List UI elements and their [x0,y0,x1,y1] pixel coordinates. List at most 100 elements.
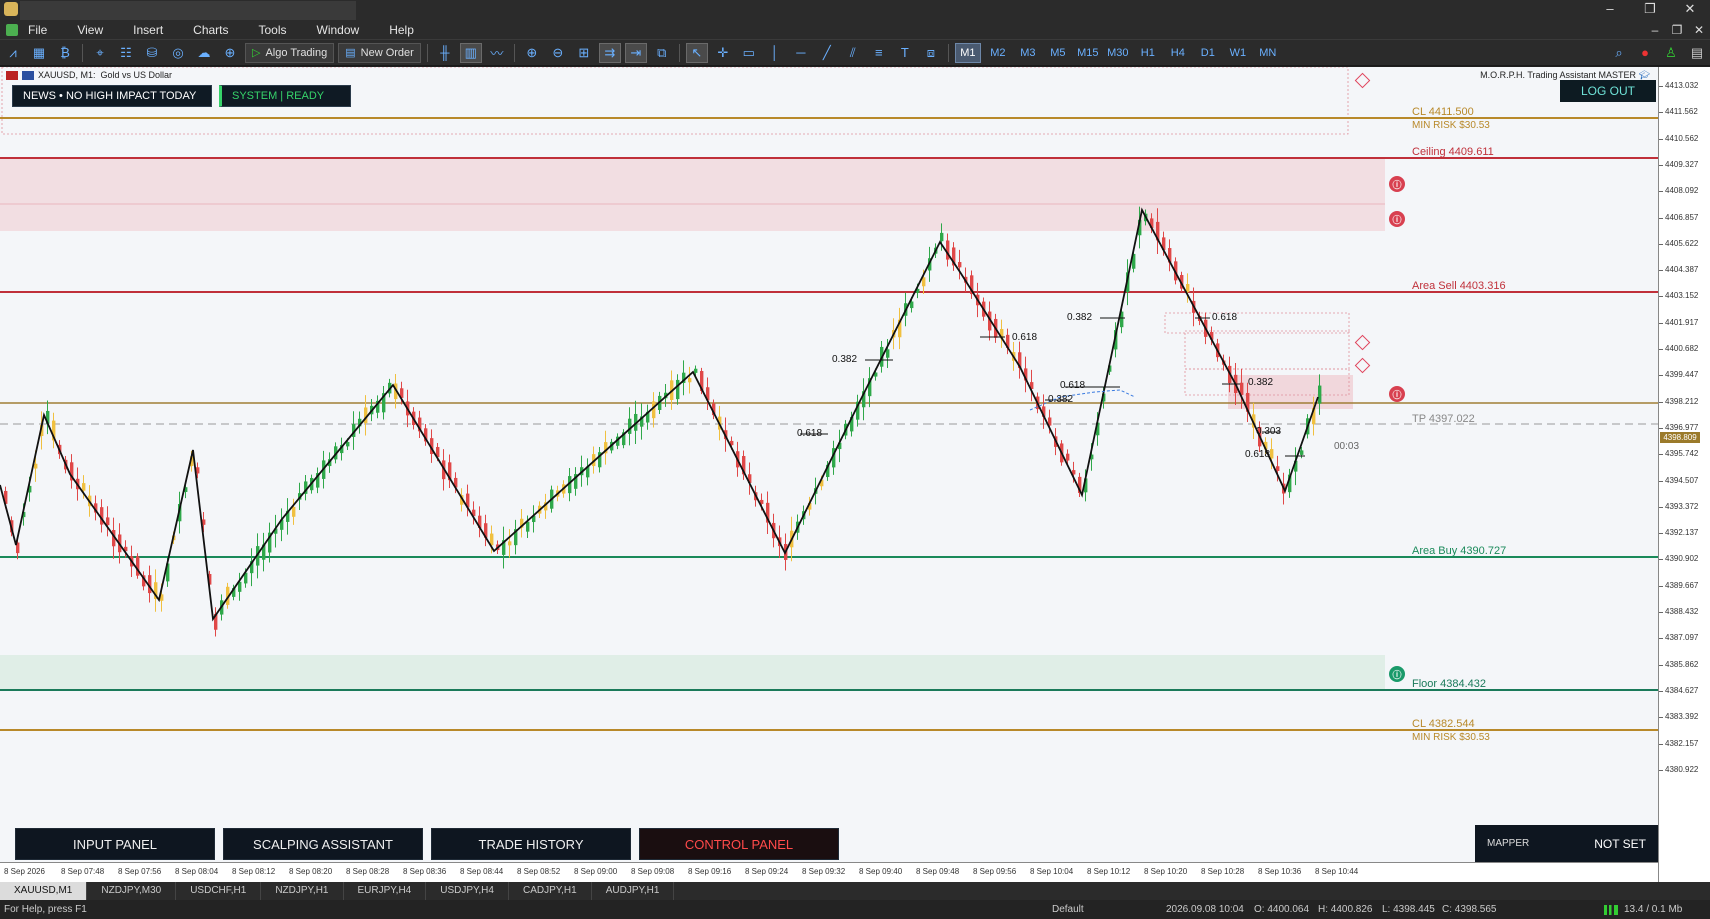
timeframe-m15[interactable]: M15 [1075,43,1101,63]
ceiling-zone [0,157,1385,231]
chart-close-icon[interactable]: ✕ [1688,20,1710,40]
menu-view[interactable]: View [77,23,103,37]
time-tick: 8 Sep 09:40 [859,867,903,876]
price-axis[interactable]: 4413.032 4411.562 4410.562 4409.327 4408.092… [1658,67,1710,882]
logout-button[interactable]: LOG OUT [1560,80,1656,102]
time-tick: 8 Sep 08:52 [517,867,561,876]
fib-label: 0.618 [1212,312,1238,323]
shapes-icon[interactable]: ⧈ [920,43,942,63]
price-chart[interactable]: XAUUSD, M1: Gold vs US Dollar M.O.R.P.H.… [0,67,1710,882]
notifications-icon[interactable]: ● [1634,43,1656,63]
chart-restore-icon[interactable]: ❐ [1666,20,1688,40]
price-tick: 4380.922 [1658,764,1699,774]
algo-trading-button[interactable]: ▷ Algo Trading [245,42,335,63]
timeframe-d1[interactable]: D1 [1195,43,1221,63]
tab-usdjpy-h4[interactable]: USDJPY,H4 [426,882,509,900]
menu-window[interactable]: Window [317,23,360,37]
tab-eurjpy-h4[interactable]: EURJPY,H4 [344,882,427,900]
input-panel-button[interactable]: INPUT PANEL [15,828,215,860]
tab-xauusd-m1[interactable]: XAUUSD,M1 [0,882,88,900]
ceiling-label: Ceiling 4409.611 [1412,146,1494,158]
new-chart-icon[interactable]: ⩘ [2,43,24,63]
trade-history-button[interactable]: TRADE HISTORY [431,828,631,860]
menu-file[interactable]: File [28,23,47,37]
sell-signal-marker[interactable]: ⓘ [1389,211,1405,227]
timeframe-m3[interactable]: M3 [1015,43,1041,63]
cloud-icon[interactable]: ☁ [193,43,215,63]
min-risk-bottom-label: MIN RISK $30.53 [1412,732,1490,743]
screenshot-icon[interactable]: ⧉ [651,43,673,63]
news-badge: NEWS • NO HIGH IMPACT TODAY [12,85,212,107]
grid-icon[interactable]: ⊞ [573,43,595,63]
control-panel-button[interactable]: CONTROL PANEL [639,828,839,860]
profiles-icon[interactable]: ▦ [28,43,50,63]
chart-window-controls: – ❐ ✕ [1644,20,1710,40]
chart-minimize-icon[interactable]: – [1644,20,1666,40]
candle-body [886,349,890,358]
crosshair-icon[interactable]: ✛ [712,43,734,63]
trendline-icon[interactable]: ╱ [816,43,838,63]
vps-icon[interactable]: ⊕ [219,43,241,63]
timeframe-m30[interactable]: M30 [1105,43,1131,63]
close-icon[interactable]: ✕ [1670,0,1710,18]
candle-body [676,379,680,400]
channel-icon[interactable]: ⫽ [842,43,864,63]
buy-signal-marker[interactable]: ⓘ [1389,666,1405,682]
timeframe-w1[interactable]: W1 [1225,43,1251,63]
menu-insert[interactable]: Insert [133,23,163,37]
timeframe-h4[interactable]: H4 [1165,43,1191,63]
time-axis[interactable]: 8 Sep 2026 8 Sep 07:48 8 Sep 07:56 8 Sep 08… [0,862,1658,882]
zoom-out-icon[interactable]: ⊖ [547,43,569,63]
tab-cadjpy-h1[interactable]: CADJPY,H1 [509,882,592,900]
sell-signal-marker[interactable]: ⓘ [1389,386,1405,402]
tab-usdchf-h1[interactable]: USDCHF,H1 [176,882,262,900]
strategy-tester-icon[interactable]: ⛁ [141,43,163,63]
minimize-icon[interactable]: – [1590,0,1630,18]
candle-body [652,401,656,419]
tab-nzdjpy-m30[interactable]: NZDJPY,M30 [87,882,177,900]
signal-icon[interactable]: ◎ [167,43,189,63]
data-window-icon[interactable]: ₿ [54,43,76,63]
timeframe-m5[interactable]: M5 [1045,43,1071,63]
text-icon[interactable]: T [894,43,916,63]
help-text: For Help, press F1 [4,904,87,915]
mapper-box[interactable]: MAPPER NOT SET [1475,825,1658,862]
market-watch-icon[interactable]: ☷ [115,43,137,63]
menu-help[interactable]: Help [389,23,414,37]
layout-icon[interactable]: ▤ [1686,43,1708,63]
candle-body [1186,284,1190,293]
bar-chart-icon[interactable]: ╫ [434,43,456,63]
price-tick: 4413.032 [1658,81,1699,90]
navigator-icon[interactable]: ⌖ [89,43,111,63]
chart-shift-icon[interactable]: ⇥ [624,42,647,63]
account-icon[interactable]: ♙ [1660,43,1682,63]
timeframe-h1[interactable]: H1 [1135,43,1161,63]
timeframe-mn[interactable]: MN [1255,43,1281,63]
candlestick-icon[interactable]: ▥ [459,42,482,63]
tab-audjpy-h1[interactable]: AUDJPY,H1 [592,882,675,900]
mapper-label: MAPPER [1487,838,1530,849]
timeframe-m1[interactable]: M1 [954,42,981,63]
zoom-in-icon[interactable]: ⊕ [521,43,543,63]
restore-icon[interactable]: ❐ [1630,0,1670,18]
chart-tabs: XAUUSD,M1 NZDJPY,M30 USDCHF,H1 NZDJPY,H1… [0,882,1710,900]
line-chart-icon[interactable]: 〰 [486,43,508,63]
search-icon[interactable]: ⌕ [1608,43,1630,63]
vertical-line-icon[interactable]: │ [764,43,786,63]
fib-label: 0.303 [1256,426,1282,437]
new-order-button[interactable]: ▤ New Order [338,42,421,63]
sell-signal-marker[interactable]: ⓘ [1389,176,1405,192]
horizontal-line-icon[interactable]: ─ [790,43,812,63]
cursor-icon[interactable]: ↖ [685,42,708,63]
price-tick: 4401.917 [1658,317,1699,327]
menu-charts[interactable]: Charts [193,23,228,37]
tab-nzdjpy-h1[interactable]: NZDJPY,H1 [261,882,344,900]
candle-body [688,378,692,383]
fibonacci-icon[interactable]: ≡ [868,43,890,63]
menu-tools[interactable]: Tools [259,23,287,37]
scalping-assistant-button[interactable]: SCALPING ASSISTANT [223,828,423,860]
time-tick: 8 Sep 08:28 [346,867,390,876]
rectangle-icon[interactable]: ▭ [738,43,760,63]
autoscroll-icon[interactable]: ⇉ [598,42,621,63]
timeframe-m2[interactable]: M2 [985,43,1011,63]
